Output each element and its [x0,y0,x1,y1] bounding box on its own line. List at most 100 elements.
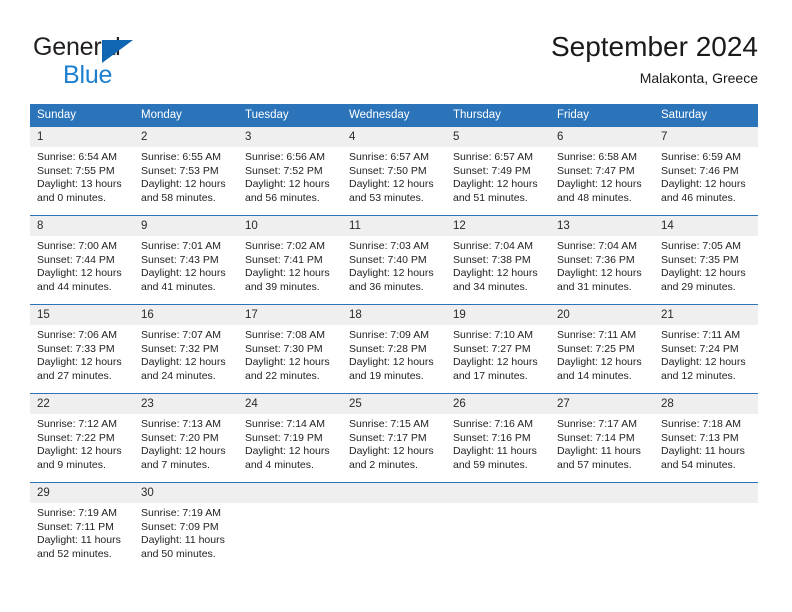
daylight-text: Daylight: 12 hours and 46 minutes. [661,178,746,204]
sunrise-text: Sunrise: 7:04 AM [557,240,637,252]
calendar-day-cell[interactable]: 14 Sunrise: 7:05 AM Sunset: 7:35 PM Dayligh… [654,215,758,305]
calendar-day-cell[interactable]: 21 Sunrise: 7:11 AM Sunset: 7:24 PM Dayligh… [654,304,758,394]
sunset-text: Sunset: 7:16 PM [453,431,531,444]
sunrise-text: Sunrise: 6:57 AM [453,151,533,163]
daylight-text: Daylight: 11 hours and 54 minutes. [661,445,745,471]
calendar-day-cell[interactable]: 26 Sunrise: 7:16 AM Sunset: 7:16 PM Dayligh… [446,393,550,483]
calendar-day-cell[interactable]: 18 Sunrise: 7:09 AM Sunset: 7:28 PM Dayligh… [342,304,446,394]
sunset-text: Sunset: 7:43 PM [141,253,219,266]
calendar-day-cell[interactable]: 27 Sunrise: 7:17 AM Sunset: 7:14 PM Dayligh… [550,393,654,483]
brand-logo[interactable]: General Blue [33,32,273,92]
day-info: Sunrise: 7:08 AM Sunset: 7:30 PM Daylight:… [238,325,342,383]
calendar-day-cell[interactable]: 20 Sunrise: 7:11 AM Sunset: 7:25 PM Dayligh… [550,304,654,394]
day-number: 12 [446,216,550,236]
sunset-text: Sunset: 7:19 PM [245,431,323,444]
calendar-day-cell[interactable]: 16 Sunrise: 7:07 AM Sunset: 7:32 PM Dayligh… [134,304,238,394]
weekday-header-sunday: Sunday [30,104,134,127]
day-number: 1 [30,127,134,147]
calendar-day-cell[interactable]: 28 Sunrise: 7:18 AM Sunset: 7:13 PM Dayligh… [654,393,758,483]
day-info: Sunrise: 7:16 AM Sunset: 7:16 PM Daylight:… [446,414,550,472]
weekday-header-thursday: Thursday [446,104,550,127]
sunrise-text: Sunrise: 7:12 AM [37,418,117,430]
day-number [654,483,758,503]
calendar-day-cell[interactable]: 1 Sunrise: 6:54 AM Sunset: 7:55 PM Daylight… [30,126,134,216]
sunset-text: Sunset: 7:40 PM [349,253,427,266]
calendar-day-cell[interactable]: 9 Sunrise: 7:01 AM Sunset: 7:43 PM Daylight… [134,215,238,305]
sunset-text: Sunset: 7:20 PM [141,431,219,444]
calendar-body: 1 Sunrise: 6:54 AM Sunset: 7:55 PM Daylight… [30,126,758,571]
day-info: Sunrise: 7:01 AM Sunset: 7:43 PM Daylight:… [134,236,238,294]
daylight-text: Daylight: 12 hours and 29 minutes. [661,267,746,293]
day-info: Sunrise: 6:54 AM Sunset: 7:55 PM Daylight:… [30,147,134,205]
calendar-day-cell[interactable]: 3 Sunrise: 6:56 AM Sunset: 7:52 PM Daylight… [238,126,342,216]
calendar-day-cell[interactable]: 29 Sunrise: 7:19 AM Sunset: 7:11 PM Dayligh… [30,482,134,571]
calendar-day-cell[interactable]: 30 Sunrise: 7:19 AM Sunset: 7:09 PM Dayligh… [134,482,238,571]
sunset-text: Sunset: 7:50 PM [349,164,427,177]
weekday-header-saturday: Saturday [654,104,758,127]
sunrise-text: Sunrise: 7:06 AM [37,329,117,341]
calendar-day-cell[interactable]: 5 Sunrise: 6:57 AM Sunset: 7:49 PM Daylight… [446,126,550,216]
day-number: 26 [446,394,550,414]
calendar-day-cell[interactable]: 4 Sunrise: 6:57 AM Sunset: 7:50 PM Daylight… [342,126,446,216]
calendar-day-cell[interactable]: 15 Sunrise: 7:06 AM Sunset: 7:33 PM Dayligh… [30,304,134,394]
calendar-day-cell[interactable]: 10 Sunrise: 7:02 AM Sunset: 7:41 PM Dayligh… [238,215,342,305]
sunset-text: Sunset: 7:24 PM [661,342,739,355]
sunset-text: Sunset: 7:27 PM [453,342,531,355]
calendar-day-cell[interactable]: 17 Sunrise: 7:08 AM Sunset: 7:30 PM Dayligh… [238,304,342,394]
daylight-text: Daylight: 12 hours and 17 minutes. [453,356,538,382]
page-title: September 2024 [550,31,758,62]
day-info: Sunrise: 7:07 AM Sunset: 7:32 PM Daylight:… [134,325,238,383]
calendar-day-cell[interactable]: 2 Sunrise: 6:55 AM Sunset: 7:53 PM Daylight… [134,126,238,216]
calendar-day-cell[interactable]: 11 Sunrise: 7:03 AM Sunset: 7:40 PM Dayligh… [342,215,446,305]
calendar-day-cell[interactable]: 22 Sunrise: 7:12 AM Sunset: 7:22 PM Dayligh… [30,393,134,483]
day-number: 22 [30,394,134,414]
daylight-text: Daylight: 12 hours and 41 minutes. [141,267,226,293]
day-info: Sunrise: 7:13 AM Sunset: 7:20 PM Daylight:… [134,414,238,472]
day-info: Sunrise: 7:15 AM Sunset: 7:17 PM Daylight:… [342,414,446,472]
calendar-day-cell[interactable]: 8 Sunrise: 7:00 AM Sunset: 7:44 PM Daylight… [30,215,134,305]
calendar-day-cell[interactable]: 24 Sunrise: 7:14 AM Sunset: 7:19 PM Dayligh… [238,393,342,483]
sunset-text: Sunset: 7:53 PM [141,164,219,177]
sunrise-text: Sunrise: 6:59 AM [661,151,741,163]
day-number: 14 [654,216,758,236]
sunrise-text: Sunrise: 6:57 AM [349,151,429,163]
day-number: 9 [134,216,238,236]
day-number: 16 [134,305,238,325]
sunset-text: Sunset: 7:28 PM [349,342,427,355]
day-number [550,483,654,503]
sunset-text: Sunset: 7:44 PM [37,253,115,266]
sunrise-text: Sunrise: 7:14 AM [245,418,325,430]
sunrise-text: Sunrise: 7:07 AM [141,329,221,341]
day-info: Sunrise: 7:19 AM Sunset: 7:09 PM Daylight:… [134,503,238,561]
day-number: 5 [446,127,550,147]
day-info: Sunrise: 6:55 AM Sunset: 7:53 PM Daylight:… [134,147,238,205]
day-number: 4 [342,127,446,147]
calendar-day-cell[interactable]: 23 Sunrise: 7:13 AM Sunset: 7:20 PM Dayligh… [134,393,238,483]
calendar-week-row: 15 Sunrise: 7:06 AM Sunset: 7:33 PM Dayligh… [30,304,758,394]
sunrise-text: Sunrise: 7:10 AM [453,329,533,341]
day-info: Sunrise: 7:03 AM Sunset: 7:40 PM Daylight:… [342,236,446,294]
day-number: 24 [238,394,342,414]
sunset-text: Sunset: 7:13 PM [661,431,739,444]
calendar-day-cell[interactable]: 19 Sunrise: 7:10 AM Sunset: 7:27 PM Dayligh… [446,304,550,394]
calendar-week-row: 29 Sunrise: 7:19 AM Sunset: 7:11 PM Dayligh… [30,482,758,571]
weekday-header-tuesday: Tuesday [238,104,342,127]
calendar-day-cell[interactable]: 25 Sunrise: 7:15 AM Sunset: 7:17 PM Dayligh… [342,393,446,483]
daylight-text: Daylight: 12 hours and 14 minutes. [557,356,642,382]
calendar-day-cell[interactable]: 6 Sunrise: 6:58 AM Sunset: 7:47 PM Daylight… [550,126,654,216]
sunrise-text: Sunrise: 7:19 AM [141,507,221,519]
day-number: 29 [30,483,134,503]
sunset-text: Sunset: 7:11 PM [37,520,114,533]
calendar-day-cell[interactable]: 7 Sunrise: 6:59 AM Sunset: 7:46 PM Daylight… [654,126,758,216]
sunset-text: Sunset: 7:14 PM [557,431,635,444]
day-info: Sunrise: 7:00 AM Sunset: 7:44 PM Daylight:… [30,236,134,294]
title-block: September 2024 Malakonta, Greece [551,30,758,87]
calendar-day-cell[interactable]: 12 Sunrise: 7:04 AM Sunset: 7:38 PM Dayligh… [446,215,550,305]
sunset-text: Sunset: 7:41 PM [245,253,323,266]
calendar-day-cell[interactable]: 13 Sunrise: 7:04 AM Sunset: 7:36 PM Dayligh… [550,215,654,305]
day-info: Sunrise: 6:57 AM Sunset: 7:50 PM Daylight:… [342,147,446,205]
day-info: Sunrise: 7:10 AM Sunset: 7:27 PM Daylight:… [446,325,550,383]
sunset-text: Sunset: 7:09 PM [141,520,219,533]
day-number: 25 [342,394,446,414]
sunset-text: Sunset: 7:52 PM [245,164,323,177]
